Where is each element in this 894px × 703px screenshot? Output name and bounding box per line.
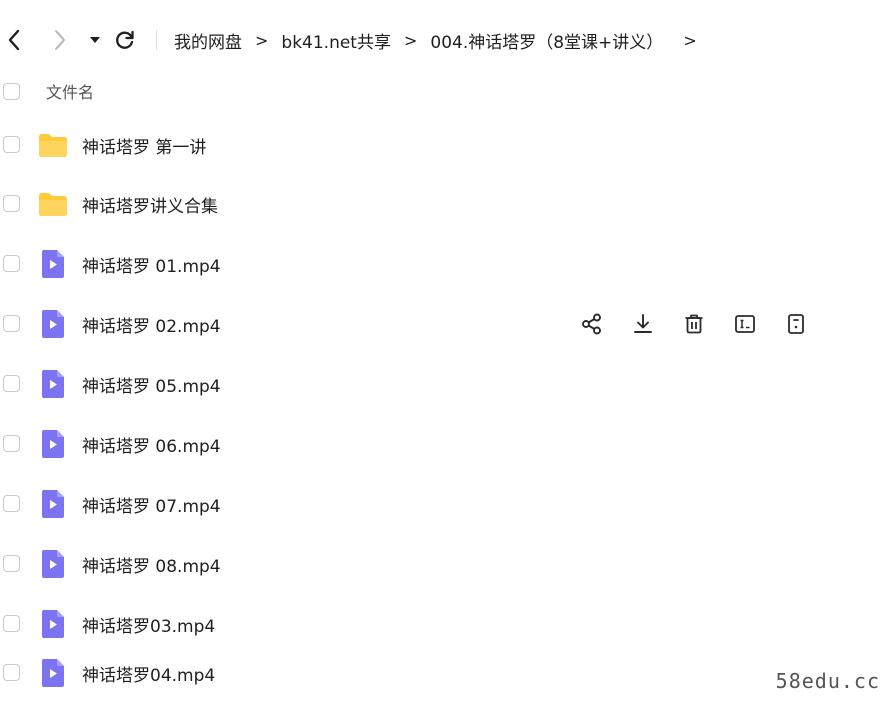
file-browser: 我的网盘 > bk41.net共享 > 004.神话塔罗（8堂课+讲义） > 文… bbox=[0, 0, 894, 703]
rename-button[interactable] bbox=[733, 312, 757, 336]
chevron-right-icon bbox=[55, 30, 65, 50]
column-header-filename[interactable]: 文件名 bbox=[46, 79, 94, 103]
list-header: 文件名 bbox=[0, 74, 894, 108]
history-dropdown[interactable] bbox=[83, 28, 107, 52]
file-name[interactable]: 神话塔罗 06.mp4 bbox=[82, 432, 221, 457]
chevron-left-icon bbox=[8, 29, 20, 51]
file-name[interactable]: 神话塔罗04.mp4 bbox=[82, 661, 215, 686]
list-item[interactable]: 神话塔罗 01.mp4 bbox=[0, 234, 894, 294]
more-icon bbox=[788, 314, 804, 334]
video-file-icon bbox=[42, 610, 64, 638]
video-file-icon bbox=[42, 250, 64, 278]
row-actions bbox=[580, 312, 835, 336]
caret-down-icon bbox=[90, 37, 100, 43]
list-item[interactable]: 神话塔罗 02.mp4 bbox=[0, 294, 894, 354]
folder-icon bbox=[39, 193, 67, 216]
file-name[interactable]: 神话塔罗 08.mp4 bbox=[82, 552, 221, 577]
row-checkbox[interactable] bbox=[3, 615, 20, 632]
file-name[interactable]: 神话塔罗 01.mp4 bbox=[82, 252, 221, 277]
video-file-icon bbox=[42, 550, 64, 578]
row-checkbox[interactable] bbox=[3, 435, 20, 452]
row-checkbox[interactable] bbox=[3, 375, 20, 392]
download-icon bbox=[634, 314, 652, 333]
file-name[interactable]: 神话塔罗 05.mp4 bbox=[82, 372, 221, 397]
video-file-icon bbox=[42, 659, 64, 687]
trash-icon bbox=[685, 314, 703, 334]
breadcrumb-item-root[interactable]: 我的网盘 bbox=[174, 28, 242, 53]
row-checkbox[interactable] bbox=[3, 195, 20, 212]
row-checkbox[interactable] bbox=[3, 255, 20, 272]
back-button[interactable] bbox=[2, 28, 26, 52]
delete-button[interactable] bbox=[682, 312, 706, 336]
forward-button[interactable] bbox=[48, 28, 72, 52]
list-item[interactable]: 神话塔罗04.mp4 bbox=[0, 643, 894, 703]
video-file-icon bbox=[42, 310, 64, 338]
refresh-icon bbox=[116, 30, 134, 49]
list-item[interactable]: 神话塔罗 06.mp4 bbox=[0, 414, 894, 474]
breadcrumb-item-share[interactable]: bk41.net共享 bbox=[281, 28, 391, 53]
rename-icon bbox=[735, 315, 755, 333]
video-file-icon bbox=[42, 430, 64, 458]
row-checkbox[interactable] bbox=[3, 664, 20, 681]
breadcrumb: 我的网盘 > bk41.net共享 > 004.神话塔罗（8堂课+讲义） > bbox=[174, 28, 710, 53]
select-all-checkbox[interactable] bbox=[3, 82, 20, 100]
toolbar-divider bbox=[156, 30, 157, 50]
refresh-button[interactable] bbox=[113, 28, 137, 52]
list-item[interactable]: 神话塔罗 第一讲 bbox=[0, 115, 894, 175]
file-name[interactable]: 神话塔罗 07.mp4 bbox=[82, 492, 221, 517]
more-button[interactable] bbox=[784, 312, 808, 336]
breadcrumb-separator: > bbox=[683, 30, 697, 50]
file-name[interactable]: 神话塔罗03.mp4 bbox=[82, 612, 215, 637]
row-checkbox[interactable] bbox=[3, 315, 20, 332]
file-name[interactable]: 神话塔罗讲义合集 bbox=[82, 192, 218, 217]
breadcrumb-separator: > bbox=[403, 30, 418, 50]
list-item[interactable]: 神话塔罗 05.mp4 bbox=[0, 354, 894, 414]
share-button[interactable] bbox=[580, 312, 604, 336]
row-checkbox[interactable] bbox=[3, 136, 20, 153]
breadcrumb-item-current[interactable]: 004.神话塔罗（8堂课+讲义） bbox=[430, 28, 663, 53]
file-name[interactable]: 神话塔罗 02.mp4 bbox=[82, 312, 221, 337]
video-file-icon bbox=[42, 490, 64, 518]
list-item[interactable]: 神话塔罗讲义合集 bbox=[0, 174, 894, 234]
list-item[interactable]: 神话塔罗 08.mp4 bbox=[0, 534, 894, 594]
row-checkbox[interactable] bbox=[3, 555, 20, 572]
folder-icon bbox=[39, 134, 67, 157]
video-file-icon bbox=[42, 370, 64, 398]
row-checkbox[interactable] bbox=[3, 495, 20, 512]
download-button[interactable] bbox=[631, 312, 655, 336]
share-icon bbox=[582, 313, 601, 335]
breadcrumb-separator: > bbox=[255, 30, 269, 50]
list-item[interactable]: 神话塔罗 07.mp4 bbox=[0, 474, 894, 534]
watermark: 58edu.cc bbox=[775, 669, 880, 693]
file-name[interactable]: 神话塔罗 第一讲 bbox=[82, 133, 206, 158]
toolbar: 我的网盘 > bk41.net共享 > 004.神话塔罗（8堂课+讲义） > bbox=[0, 14, 894, 64]
